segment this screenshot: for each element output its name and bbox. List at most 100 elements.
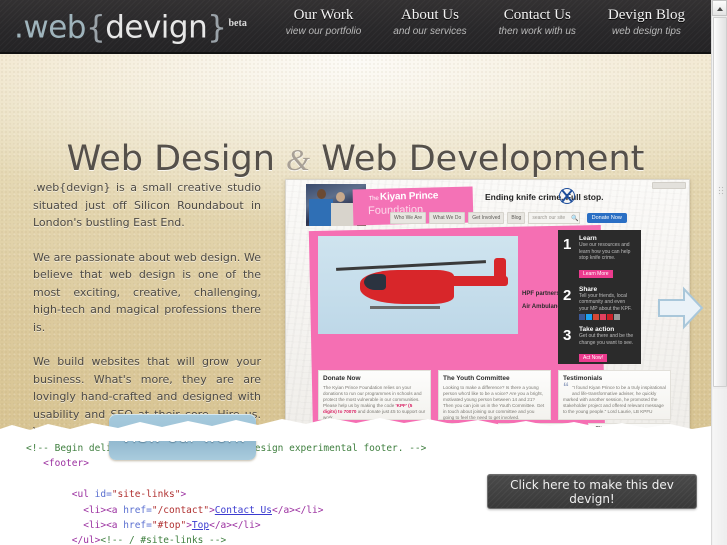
code-token: <li><a: [83, 504, 124, 516]
step-description: Tell your friends, local community and e…: [579, 292, 632, 312]
headline-part-1: Web Design: [66, 139, 287, 180]
intro-paragraph-2: We are passionate about web design. We b…: [33, 250, 261, 334]
step-number: 1: [563, 236, 572, 253]
step-button[interactable]: Learn More: [579, 269, 613, 278]
step-number: 2: [563, 286, 572, 304]
page-scrollbar[interactable]: [711, 0, 727, 545]
torn-paper-divider: [0, 418, 711, 441]
code-token: "site-links": [111, 489, 181, 501]
nav-subtitle: web design tips: [611, 26, 681, 37]
code-token: "/contact": [151, 504, 210, 516]
code-token: "#top": [151, 520, 187, 532]
social-share-icons[interactable]: [579, 314, 636, 320]
foundation-nav-chip[interactable]: What We Do: [428, 212, 466, 224]
arrow-right-icon: [658, 286, 704, 330]
panel-title: Testimonials: [563, 375, 603, 382]
code-link[interactable]: Top: [192, 520, 209, 531]
logo-beta-badge: beta: [228, 18, 247, 29]
page-viewport: .web{devign} beta Our Work view our portf…: [0, 0, 711, 545]
step-item: 1 Learn Use our resources and learn how …: [563, 235, 636, 280]
step-description: Get out there and be the change you want…: [579, 333, 634, 346]
nav-item-about-us[interactable]: About Us and our services: [377, 6, 482, 39]
nav-title: About Us: [400, 7, 459, 23]
logo-open-brace: {: [85, 9, 106, 46]
panel-testimonials: Testimonials “"I found Kiyan Prince to b…: [558, 370, 671, 420]
code-token: id=: [94, 489, 112, 501]
step-button[interactable]: Act Now!: [579, 354, 608, 362]
scrollbar-track[interactable]: [713, 389, 727, 545]
page-title: Web Design & Web Development: [0, 139, 711, 179]
nav-title: Our Work: [293, 7, 354, 23]
code-token: <ul: [71, 489, 95, 501]
portfolio-screenshot[interactable]: The Kiyan Prince Foundation Ending knife…: [285, 179, 690, 433]
scrollbar-thumb[interactable]: [713, 17, 727, 387]
nav-item-contact-us[interactable]: Contact Us then work with us: [483, 6, 592, 39]
step-title: Learn: [579, 235, 597, 242]
step-item: 2 Share Tell your friends, local communi…: [563, 285, 636, 320]
helicopter-hero-image: [318, 236, 518, 334]
code-line: <li><a href="/contact">Contact Us</a></l…: [26, 503, 426, 518]
foundation-nav-chip[interactable]: Who We Are: [390, 212, 426, 224]
foundation-slogan: Ending knife crime. Full stop.: [485, 192, 604, 202]
step-title: Share: [579, 285, 598, 293]
foundation-navigation: Who We Are What We Do Get Involved Blog …: [390, 212, 627, 224]
step-description: Use our resources and learn how you can …: [579, 242, 631, 261]
foundation-nav-chip[interactable]: Get Involved: [468, 212, 505, 224]
quote-mark-icon: “: [563, 380, 569, 394]
nav-item-devign-blog[interactable]: Devign Blog web design tips: [592, 6, 701, 39]
code-token: <footer>: [43, 458, 89, 470]
magnifier-icon[interactable]: 🔍: [571, 215, 578, 222]
code-token: >: [180, 489, 187, 501]
foundation-name-line1: The Kiyan Prince: [368, 190, 439, 203]
three-step-panel: 1 Learn Use our resources and learn how …: [558, 230, 641, 364]
nav-subtitle: and our services: [393, 26, 467, 37]
nav-title: Devign Blog: [607, 7, 685, 23]
panel-youth-committee: The Youth Committee Looking to make a di…: [438, 370, 551, 420]
logo-prefix: .web: [14, 9, 86, 46]
code-token: </a></li>: [272, 504, 324, 516]
code-token: </ul>: [71, 535, 101, 545]
code-token: <li><a: [83, 520, 124, 532]
main-content: Web Design & Web Development .web{devign…: [0, 54, 711, 460]
intro-paragraph-1: .web{devign} is a small creative studio …: [33, 181, 261, 229]
nav-subtitle: view our portfolio: [285, 26, 362, 37]
panel-body: “"I found Kiyan Prince to be a truly ins…: [563, 380, 666, 414]
step-number: 3: [563, 327, 572, 344]
code-token: href=: [123, 520, 152, 532]
screenshot-topbar: [652, 182, 686, 189]
logo-name: devign: [105, 9, 208, 46]
code-link[interactable]: Contact Us: [215, 505, 272, 516]
site-header: .web{devign} beta Our Work view our portf…: [0, 0, 711, 54]
headline-ampersand: &: [286, 142, 311, 178]
nav-item-our-work[interactable]: Our Work view our portfolio: [270, 6, 378, 39]
logo-close-brace: }: [207, 9, 227, 46]
code-token: href=: [123, 504, 152, 516]
panel-donate-now: Donate Now The Kyian Prince Foundation r…: [318, 370, 431, 420]
make-dev-devign-button[interactable]: Click here to make this dev devign!: [487, 474, 697, 509]
step-title: Take action: [579, 326, 615, 333]
main-navigation: Our Work view our portfolio About Us and…: [270, 6, 701, 39]
foundation-donate-button[interactable]: Donate Now: [586, 213, 627, 223]
nav-title: Contact Us: [503, 7, 571, 23]
code-line: </ul><!-- / #site-links -->: [26, 533, 426, 545]
code-line: <ul id="site-links">: [26, 487, 426, 502]
code-token: </a></li>: [209, 520, 261, 532]
scroll-up-arrow-icon[interactable]: [712, 0, 727, 16]
step-item: 3 Take action Get out there and be the c…: [563, 326, 636, 364]
foundation-nav-chip[interactable]: Blog: [507, 212, 526, 224]
code-line: <li><a href="#top">Top</a></li>: [26, 518, 426, 533]
panel-title: Donate Now: [323, 375, 361, 382]
headline-part-2: Web Development: [310, 139, 645, 180]
code-token: <!-- / #site-links -->: [100, 535, 227, 545]
panel-title: The Youth Committee: [443, 375, 510, 382]
site-logo[interactable]: .web{devign} beta: [14, 2, 247, 49]
scrollbar-grip: [718, 186, 724, 196]
nav-subtitle: then work with us: [498, 26, 576, 37]
knife-crossed-out-icon: [559, 188, 575, 204]
